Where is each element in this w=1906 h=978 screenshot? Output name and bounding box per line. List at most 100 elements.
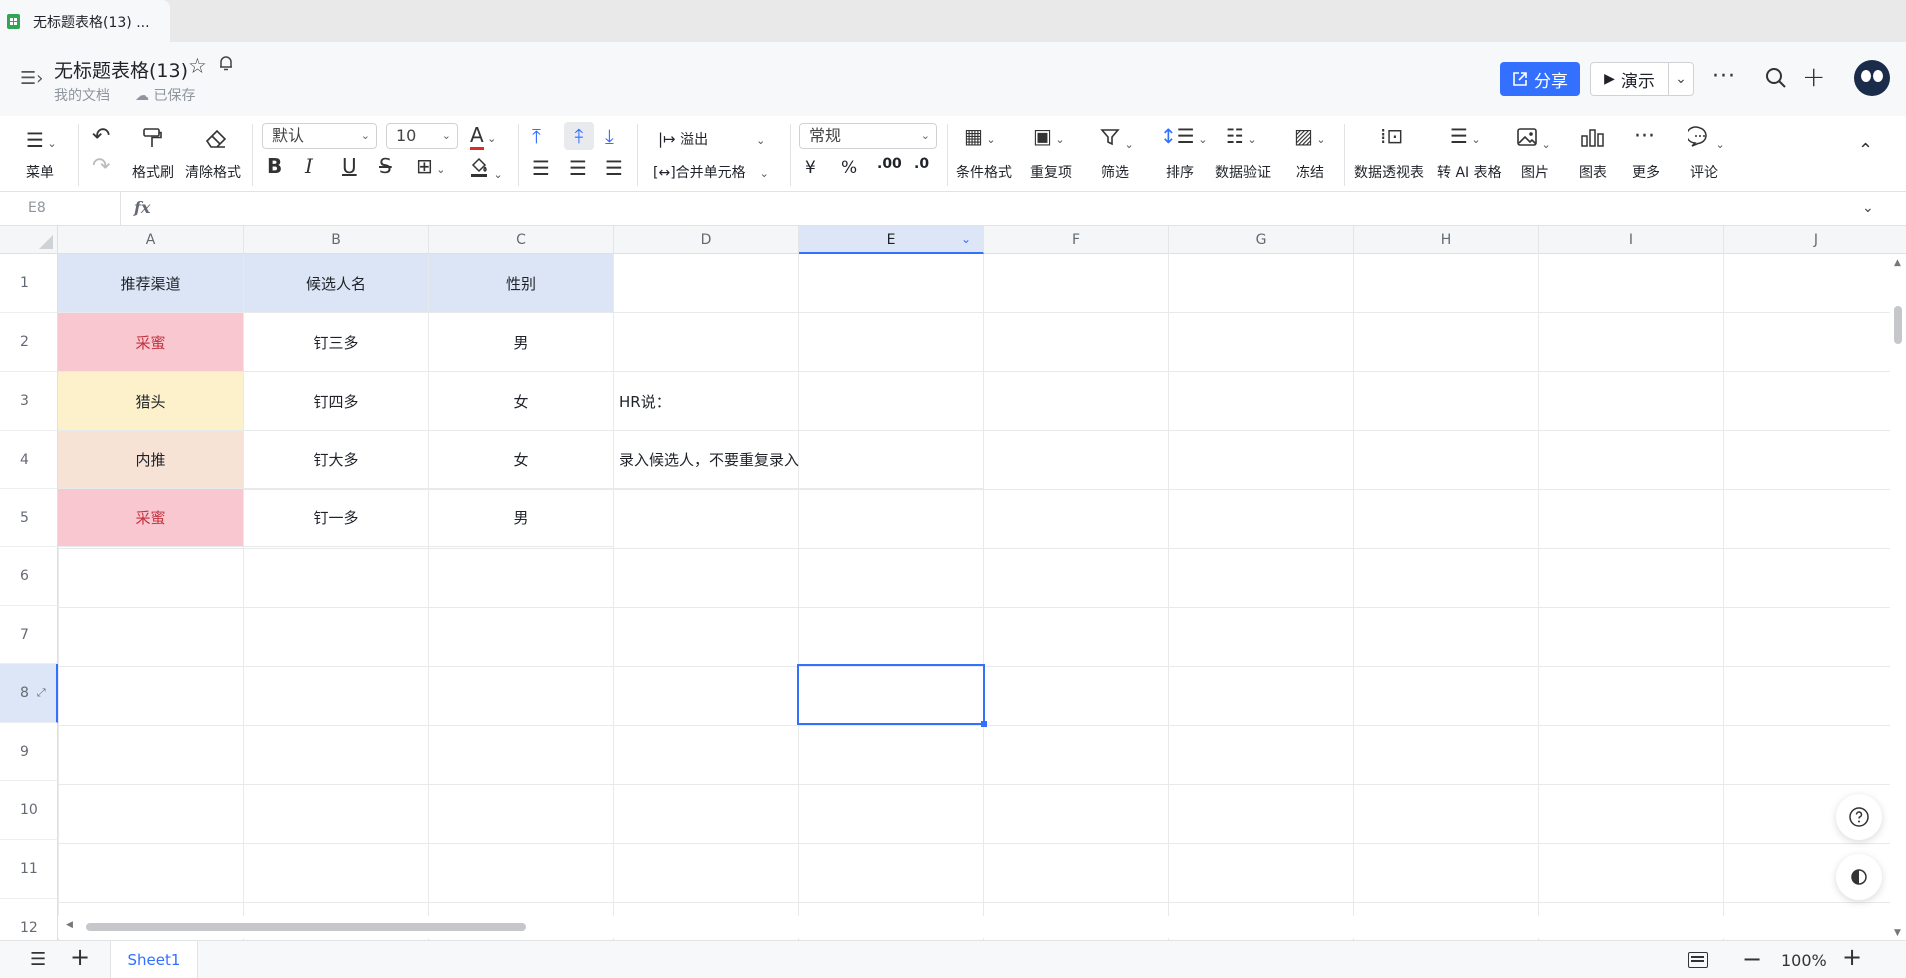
- number-format-select[interactable]: 常规 ⌄: [799, 123, 937, 149]
- increase-decimal-button[interactable]: .00: [877, 156, 902, 172]
- row-header[interactable]: 11: [0, 840, 58, 899]
- font-color-icon[interactable]: A ⌄: [470, 123, 496, 150]
- breadcrumb[interactable]: 我的文档: [54, 85, 110, 105]
- document-title[interactable]: 无标题表格(13): [54, 56, 188, 83]
- layout-view-icon[interactable]: [1688, 952, 1708, 968]
- search-icon[interactable]: [1764, 66, 1788, 90]
- image-label[interactable]: 图片: [1521, 162, 1549, 182]
- sidebar-toggle-icon[interactable]: ☰›: [20, 68, 43, 89]
- strikethrough-icon[interactable]: S: [379, 156, 392, 176]
- column-header-i[interactable]: I: [1539, 226, 1724, 254]
- freeze-label[interactable]: 冻结: [1296, 162, 1324, 182]
- column-header-h[interactable]: H: [1354, 226, 1539, 254]
- present-dropdown-icon[interactable]: ⌄: [1669, 71, 1693, 87]
- chart-label[interactable]: 图表: [1579, 162, 1607, 182]
- column-header-d[interactable]: D: [614, 226, 799, 254]
- column-header-b[interactable]: B: [244, 226, 429, 254]
- row-header[interactable]: 2: [0, 313, 58, 372]
- share-button[interactable]: 分享: [1500, 62, 1580, 96]
- conditional-format-icon[interactable]: ▦ ⌄: [964, 126, 996, 146]
- cell-a5[interactable]: 采蜜: [58, 489, 244, 547]
- merge-cells-select[interactable]: [↔]合并单元格 ⌄: [653, 162, 769, 182]
- cell-b3[interactable]: 钉四多: [244, 372, 429, 431]
- sheet-tab[interactable]: Sheet1: [110, 941, 198, 978]
- percent-format-button[interactable]: %: [841, 158, 857, 178]
- row-header[interactable]: 9: [0, 723, 58, 781]
- chevron-down-icon[interactable]: ⌄: [1862, 200, 1874, 216]
- comment-label[interactable]: 评论: [1690, 162, 1718, 182]
- cell-b5[interactable]: 钉一多: [244, 489, 429, 547]
- decrease-decimal-button[interactable]: .0: [914, 156, 929, 172]
- row-header[interactable]: 10: [0, 781, 58, 840]
- column-header-g[interactable]: G: [1169, 226, 1354, 254]
- cell-a4[interactable]: 内推: [58, 431, 244, 489]
- freeze-icon[interactable]: ▨ ⌄: [1294, 126, 1326, 146]
- column-header-a[interactable]: A: [58, 226, 244, 254]
- data-validation-icon[interactable]: ☷ ⌄: [1226, 126, 1257, 146]
- cell-b4[interactable]: 钉大多: [244, 431, 429, 489]
- cell-c3[interactable]: 女: [429, 372, 614, 431]
- zoom-in-icon[interactable]: +: [1842, 943, 1862, 971]
- star-icon[interactable]: ☆: [188, 54, 207, 78]
- cell-a3[interactable]: 猎头: [58, 372, 244, 431]
- more-icon[interactable]: ···: [1634, 126, 1655, 148]
- align-bottom-icon[interactable]: ⤓: [605, 126, 614, 146]
- column-header-e[interactable]: E: [799, 226, 984, 254]
- vertical-scrollbar[interactable]: ▲ ▼: [1890, 254, 1906, 940]
- cell-b2[interactable]: 钉三多: [244, 313, 429, 372]
- collapse-toolbar-icon[interactable]: ⌃: [1858, 142, 1873, 160]
- ai-table-label[interactable]: 转 AI 表格: [1437, 162, 1502, 182]
- align-center-icon[interactable]: ☰: [569, 158, 587, 178]
- present-button[interactable]: ▶ 演示 ⌄: [1590, 62, 1694, 96]
- pivot-table-label[interactable]: 数据透视表: [1354, 162, 1424, 182]
- comment-icon[interactable]: ⌄: [1686, 126, 1725, 151]
- column-header-f[interactable]: F: [984, 226, 1169, 254]
- clear-format-label[interactable]: 清除格式: [185, 162, 241, 182]
- align-left-icon[interactable]: ☰: [532, 158, 550, 178]
- bold-icon[interactable]: B: [267, 156, 282, 176]
- pivot-table-icon[interactable]: ⁞⊡: [1380, 126, 1403, 146]
- column-header-c[interactable]: C: [429, 226, 614, 254]
- conditional-format-label[interactable]: 条件格式: [956, 162, 1012, 182]
- create-plus-icon[interactable]: +: [1802, 60, 1825, 93]
- image-icon[interactable]: ⌄: [1516, 126, 1551, 151]
- cell-c4[interactable]: 女: [429, 431, 614, 489]
- more-options-icon[interactable]: ···: [1712, 64, 1736, 89]
- row-header[interactable]: 3: [0, 372, 58, 431]
- menu-icon[interactable]: ☰ ⌄: [26, 130, 57, 150]
- italic-icon[interactable]: I: [305, 156, 313, 176]
- menu-label[interactable]: 菜单: [26, 162, 54, 182]
- cell-b1[interactable]: 候选人名: [244, 254, 429, 313]
- zoom-out-icon[interactable]: −: [1742, 945, 1762, 973]
- border-icon[interactable]: ⊞ ⌄: [416, 156, 445, 176]
- font-family-select[interactable]: 默认 ⌄: [262, 123, 377, 149]
- format-painter-label[interactable]: 格式刷: [132, 162, 174, 182]
- spreadsheet-grid[interactable]: A B C D E ⌄ F G H I J 1 2 3 4 5 6 7 8 ⤢ 9…: [0, 226, 1906, 940]
- row-header-selected[interactable]: 8 ⤢: [0, 664, 58, 723]
- align-right-icon[interactable]: ☰: [605, 158, 623, 178]
- row-header[interactable]: 1: [0, 254, 58, 313]
- cell-c1[interactable]: 性别: [429, 254, 614, 313]
- help-button[interactable]: [1836, 794, 1882, 840]
- scroll-up-icon[interactable]: ▲: [1894, 258, 1901, 268]
- align-middle-icon[interactable]: ⤉: [564, 122, 594, 150]
- expand-row-icon[interactable]: ⤢: [37, 686, 46, 700]
- underline-icon[interactable]: U: [342, 156, 357, 176]
- scroll-down-icon[interactable]: ▼: [1894, 928, 1901, 938]
- cell-a1[interactable]: 推荐渠道: [58, 254, 244, 313]
- row-header[interactable]: 6: [0, 547, 58, 606]
- row-header[interactable]: 4: [0, 431, 58, 489]
- zoom-level[interactable]: 100%: [1781, 951, 1827, 970]
- select-all-corner[interactable]: [0, 226, 58, 254]
- row-header[interactable]: 12: [0, 899, 58, 940]
- cell-a2[interactable]: 采蜜: [58, 313, 244, 372]
- browser-tab[interactable]: 无标题表格(13) ...: [0, 0, 170, 42]
- filter-label[interactable]: 筛选: [1101, 162, 1129, 182]
- duplicate-icon[interactable]: ▣ ⌄: [1033, 126, 1065, 146]
- sort-icon[interactable]: ↕☰ ⌄: [1160, 126, 1207, 146]
- cell-c2[interactable]: 男: [429, 313, 614, 372]
- redo-icon[interactable]: ↷: [92, 156, 110, 178]
- cell-d3[interactable]: HR说：: [614, 372, 799, 431]
- horizontal-scroll-thumb[interactable]: [86, 923, 526, 931]
- ai-table-icon[interactable]: ☰ ⌄: [1450, 126, 1481, 146]
